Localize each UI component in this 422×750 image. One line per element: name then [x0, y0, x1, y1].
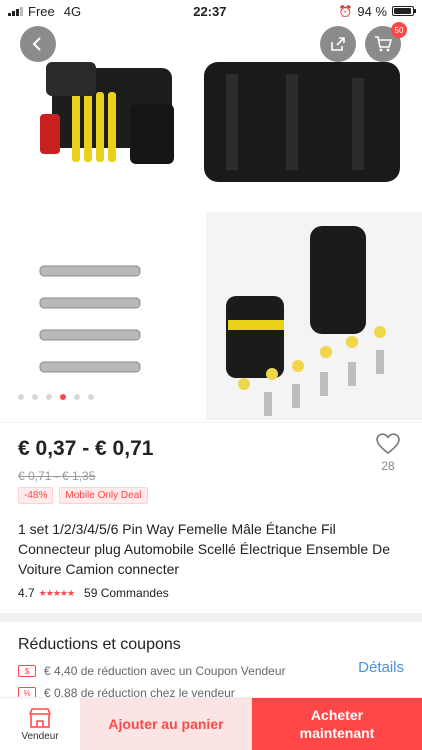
- gallery-dot[interactable]: [74, 394, 80, 400]
- network-label: 4G: [63, 3, 82, 19]
- wishlist-count: 28: [381, 459, 395, 473]
- share-button[interactable]: [320, 26, 356, 62]
- original-price: € 0,71 - € 1,35: [18, 469, 96, 483]
- rating-row[interactable]: 4.7 ★★★★★ 59 Commandes: [18, 586, 169, 600]
- coupons-details-link[interactable]: Détails: [358, 659, 404, 676]
- discount-badge: -48%: [18, 487, 54, 504]
- male-connector-illustration: [204, 62, 400, 182]
- gallery-dot[interactable]: [60, 394, 66, 400]
- clock: 22:37: [193, 3, 227, 19]
- alarm-icon: ⏰: [338, 5, 353, 18]
- gallery-dot[interactable]: [46, 394, 52, 400]
- gallery-dot[interactable]: [32, 394, 38, 400]
- battery-icon: [391, 6, 416, 16]
- heart-icon: [376, 433, 400, 455]
- seller-label: Vendeur: [21, 730, 59, 742]
- cart-count-badge: 50: [391, 22, 407, 38]
- badge-row: -48% Mobile Only Deal: [18, 487, 148, 504]
- seller-button[interactable]: Vendeur: [0, 698, 80, 750]
- gallery-pagination: [18, 394, 94, 400]
- status-bar: Free 4G 22:37 ⏰ 94 %: [0, 0, 422, 22]
- rating-stars-icon: ★★★★★: [38, 587, 75, 598]
- bottom-action-bar: Vendeur Ajouter au panier Acheter mainte…: [0, 697, 422, 750]
- coupons-card[interactable]: Réductions et coupons $ € 4,40 de réduct…: [0, 622, 422, 700]
- status-right: ⏰ 94 %: [338, 3, 416, 19]
- status-left: Free 4G: [8, 4, 81, 19]
- signal-icon: [8, 6, 23, 16]
- terminal-pins-illustration: [39, 265, 141, 373]
- battery-fill: [393, 8, 411, 14]
- orders-count: 59 Commandes: [84, 586, 169, 600]
- female-connector-illustration: [40, 62, 174, 164]
- rating-value: 4.7: [18, 586, 35, 600]
- product-image: [39, 62, 422, 420]
- add-to-cart-button[interactable]: Ajouter au panier: [80, 698, 252, 750]
- gallery-dot[interactable]: [18, 394, 24, 400]
- cart-button[interactable]: 50: [365, 22, 407, 62]
- store-icon: [28, 707, 52, 728]
- price-range: € 0,37 - € 0,71: [18, 437, 154, 460]
- buy-now-button[interactable]: Acheter maintenant: [252, 698, 422, 750]
- connector-kit-illustration: [206, 212, 422, 420]
- coupon-text: € 4,40 de réduction avec un Coupon Vende…: [44, 664, 286, 678]
- carrier-label: Free: [28, 3, 55, 19]
- deal-badge: Mobile Only Deal: [59, 487, 148, 504]
- product-title: 1 set 1/2/3/4/5/6 Pin Way Femelle Mâle É…: [18, 521, 390, 577]
- wishlist-button[interactable]: 28: [376, 433, 400, 473]
- back-button[interactable]: [20, 26, 56, 62]
- share-icon: [331, 37, 345, 51]
- cart-icon: [375, 36, 392, 52]
- gallery-dot[interactable]: [88, 394, 94, 400]
- product-info-card: € 0,37 - € 0,71 € 0,71 - € 1,35 -48% Mob…: [0, 423, 422, 613]
- battery-percent: 94 %: [357, 3, 387, 19]
- chevron-left-icon: [32, 37, 41, 51]
- product-image-gallery[interactable]: 50: [0, 22, 422, 422]
- coupon-dollar-icon: $: [18, 665, 36, 677]
- coupon-row-seller-coupon: $ € 4,40 de réduction avec un Coupon Ven…: [18, 664, 286, 678]
- coupons-title: Réductions et coupons: [18, 636, 181, 653]
